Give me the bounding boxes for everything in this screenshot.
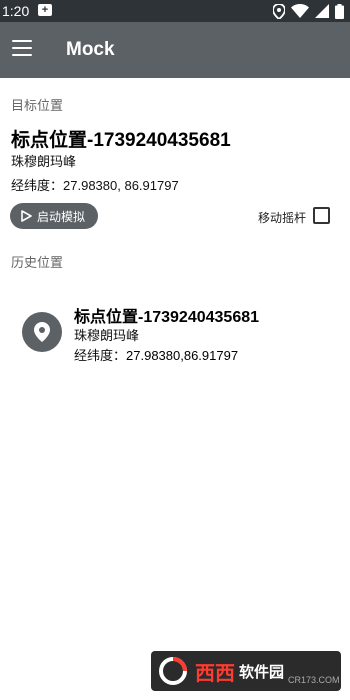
app-bar: Mock xyxy=(0,22,350,78)
watermark-logo: 西西 软件园 CR173.COM xyxy=(151,651,341,691)
coords-label: 经纬度： xyxy=(11,178,64,193)
signal-icon xyxy=(315,4,329,18)
joystick-checkbox[interactable] xyxy=(313,207,330,224)
wifi-icon xyxy=(291,4,309,18)
history-coords-value: 27.98380,86.91797 xyxy=(126,348,239,363)
watermark-sub: CR173.COM xyxy=(288,675,340,685)
target-section-label: 目标位置 xyxy=(11,98,64,113)
watermark-text: 软件园 xyxy=(239,663,285,681)
history-list-item[interactable]: 标点位置-1739240435681 珠穆朗玛峰 经纬度：27.98380,86… xyxy=(10,294,340,372)
history-section-label: 历史位置 xyxy=(11,255,64,270)
history-item-coords: 经纬度：27.98380,86.91797 xyxy=(74,345,238,364)
play-icon xyxy=(21,210,32,222)
history-item-subtitle: 珠穆朗玛峰 xyxy=(74,328,140,343)
start-simulation-label: 启动模拟 xyxy=(37,209,86,224)
status-icons xyxy=(273,3,344,19)
battery-icon xyxy=(335,3,344,19)
joystick-label: 移动摇杆 xyxy=(258,211,307,225)
target-title: 标点位置-1739240435681 xyxy=(11,130,231,151)
notification-icon: + xyxy=(38,4,52,16)
history-item-title: 标点位置-1739240435681 xyxy=(74,309,260,326)
app-title: Mock xyxy=(66,39,115,60)
coords-value: 27.98380, 86.91797 xyxy=(63,178,179,193)
location-icon xyxy=(273,3,285,19)
hamburger-menu-icon[interactable] xyxy=(12,40,32,58)
start-simulation-button[interactable]: 启动模拟 xyxy=(10,203,98,229)
watermark-brand: 西西 xyxy=(195,662,235,685)
watermark-badge-icon xyxy=(151,651,195,691)
target-coords: 经纬度：27.98380, 86.91797 xyxy=(11,175,179,194)
history-coords-label: 经纬度： xyxy=(74,348,127,363)
status-bar: 1:20 + xyxy=(0,0,350,22)
location-pin-icon xyxy=(22,312,62,352)
target-subtitle: 珠穆朗玛峰 xyxy=(11,154,77,169)
status-time: 1:20 xyxy=(2,3,30,19)
